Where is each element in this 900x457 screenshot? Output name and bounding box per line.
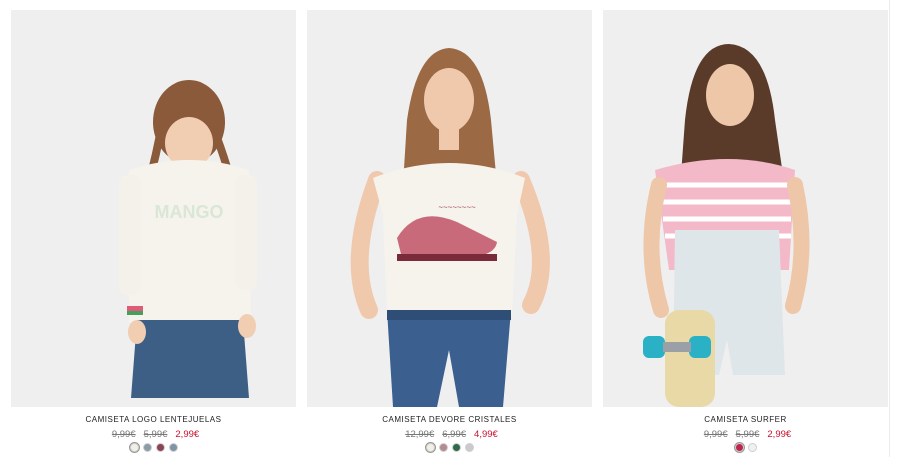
product-card: CAMISETA SURFER 9,99€ 5,99€ 2,99€ — [603, 10, 888, 457]
color-swatch[interactable] — [142, 443, 152, 452]
product-prices: 9,99€ 5,99€ 2,99€ — [603, 429, 888, 440]
color-swatch[interactable] — [451, 443, 461, 452]
color-swatch[interactable] — [747, 443, 757, 452]
color-swatch[interactable] — [464, 443, 474, 452]
color-swatches — [11, 443, 296, 452]
product-name[interactable]: CAMISETA SURFER — [603, 415, 888, 424]
product-photo[interactable]: MANGO — [11, 10, 296, 407]
svg-text:~~~~~~~~: ~~~~~~~~ — [438, 203, 476, 212]
previous-price: 6,99€ — [442, 429, 467, 440]
sale-price: 2,99€ — [175, 429, 200, 440]
product-photo[interactable] — [603, 10, 888, 407]
girl-skateboard-photo-icon — [603, 10, 888, 407]
original-price: 12,99€ — [405, 429, 435, 440]
girl-white-tee-photo-icon: ~~~~~~~~ — [307, 10, 592, 407]
color-swatch[interactable] — [168, 443, 178, 452]
color-swatches — [603, 443, 888, 452]
color-swatch[interactable] — [155, 443, 165, 452]
sale-price: 2,99€ — [767, 429, 792, 440]
product-grid: MANGO CAMISETA LOGO LENTEJUELAS 9,99€ 5,9… — [0, 0, 900, 457]
original-price: 9,99€ — [111, 429, 136, 440]
product-photo[interactable]: ~~~~~~~~ — [307, 10, 592, 407]
product-name[interactable]: CAMISETA DEVORE CRISTALES — [307, 415, 592, 424]
color-swatch[interactable] — [438, 443, 448, 452]
color-swatch[interactable] — [734, 443, 744, 452]
previous-price: 5,99€ — [143, 429, 168, 440]
color-swatch[interactable] — [129, 443, 139, 452]
product-prices: 9,99€ 5,99€ 2,99€ — [11, 429, 296, 440]
color-swatches — [307, 443, 592, 452]
svg-text:MANGO: MANGO — [155, 202, 224, 222]
previous-price: 5,99€ — [735, 429, 760, 440]
color-swatch[interactable] — [425, 443, 435, 452]
girl-white-sweater-photo-icon: MANGO — [11, 10, 296, 407]
original-price: 9,99€ — [703, 429, 728, 440]
product-card: ~~~~~~~~ CAMISETA DEVORE CRISTALES 12,99… — [307, 10, 592, 457]
product-name[interactable]: CAMISETA LOGO LENTEJUELAS — [11, 415, 296, 424]
product-prices: 12,99€ 6,99€ 4,99€ — [307, 429, 592, 440]
product-card: MANGO CAMISETA LOGO LENTEJUELAS 9,99€ 5,9… — [11, 10, 296, 457]
sale-price: 4,99€ — [474, 429, 498, 440]
page-edge-divider — [889, 0, 890, 457]
